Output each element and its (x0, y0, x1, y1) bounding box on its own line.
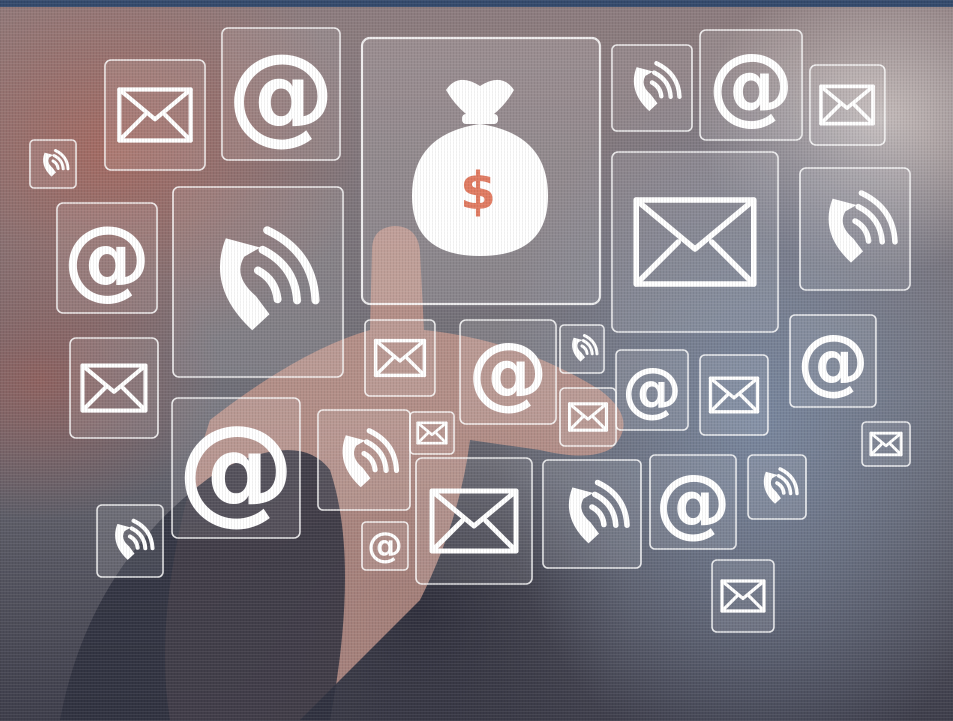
svg-text:@: @ (227, 32, 335, 157)
phone-icon (543, 460, 641, 568)
envelope-icon (105, 60, 205, 170)
at-sign-icon: @ (171, 397, 301, 539)
phone-icon (800, 168, 910, 290)
envelope-icon (365, 320, 435, 396)
phone-icon (612, 45, 692, 131)
envelope-icon (612, 152, 778, 332)
at-sign-icon: @ (649, 454, 737, 550)
svg-text:@: @ (367, 526, 403, 567)
phone-icon (560, 325, 604, 373)
at-sign-icon: @ (361, 521, 409, 571)
svg-text:@: @ (622, 355, 682, 425)
envelope-icon (712, 560, 774, 632)
phone-icon (318, 410, 410, 510)
phone-icon (173, 187, 343, 377)
svg-text:@: @ (177, 399, 295, 537)
icon-grid: @ @ @ @ @ @ @ @ @ $ (0, 27, 953, 721)
svg-text:@: @ (797, 319, 869, 403)
envelope-icon (560, 388, 616, 446)
envelope-icon (410, 412, 454, 454)
money-bag-button[interactable]: $ (360, 36, 602, 306)
envelope-icon (862, 422, 910, 466)
at-sign-icon: @ (615, 349, 689, 431)
phone-icon (748, 455, 806, 519)
svg-text:@: @ (468, 326, 548, 419)
at-sign-icon: @ (699, 29, 803, 141)
svg-text:@: @ (655, 458, 731, 547)
envelope-icon (810, 65, 885, 145)
svg-text:@: @ (708, 35, 794, 135)
envelope-icon (70, 338, 158, 438)
phone-icon (97, 505, 163, 577)
dollar-sign: $ (460, 162, 496, 222)
photo-scene: @ @ @ @ @ @ @ @ @ $ (0, 0, 953, 721)
at-sign-icon: @ (56, 202, 158, 314)
phone-icon (30, 140, 76, 188)
at-sign-icon: @ (221, 27, 341, 161)
at-sign-icon: @ (789, 314, 877, 408)
svg-text:@: @ (63, 207, 151, 310)
envelope-icon (700, 355, 768, 435)
at-sign-icon: @ (459, 319, 557, 425)
envelope-icon (416, 458, 532, 584)
